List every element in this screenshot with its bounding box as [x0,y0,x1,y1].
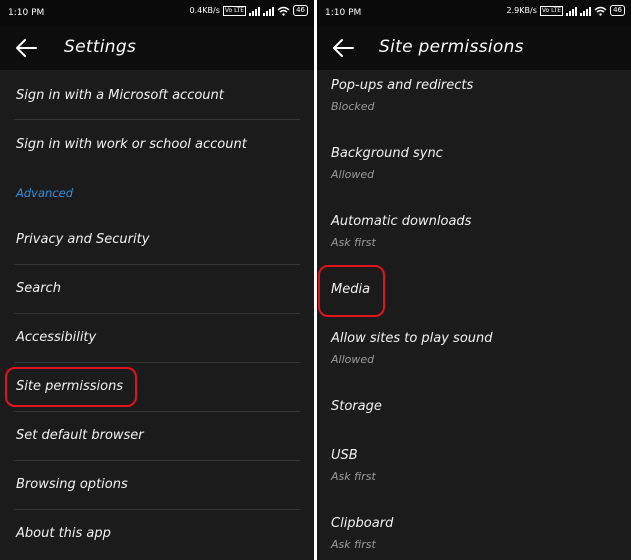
highlight-annotation [318,265,385,317]
highlight-annotation [5,367,137,407]
list-item-status: Ask first [331,470,376,483]
list-item-label: USB [331,448,358,463]
volte-badge: Vo LTE [539,5,564,16]
list-item-label: Allow sites to play sound [331,331,493,346]
status-bar: 1:10 PM 0.4KB/s Vo LTE 46 [0,0,314,26]
list-item-play-sound[interactable]: Allow sites to play sound Allowed [317,323,631,385]
list-item-label: Pop-ups and redirects [331,78,474,93]
section-header-advanced: Advanced [16,186,74,200]
list-item-status: Ask first [331,236,376,249]
battery-icon: 46 [293,5,308,16]
list-item-about[interactable]: About this app [0,509,314,558]
signal-icon [249,6,261,16]
list-item-microsoft-account[interactable]: Sign in with a Microsoft account [0,70,314,119]
site-permissions-screen: 1:10 PM 2.9KB/s Vo LTE 46 Site permissio… [317,0,631,560]
list-item-status: Allowed [331,168,375,181]
list-item-label: Clipboard [331,516,394,531]
list-item-storage[interactable]: Storage [317,391,631,439]
list-item-label: Sign in with a Microsoft account [16,88,224,103]
list-item-label: Browsing options [16,477,128,492]
signal-icon [263,6,275,16]
list-item-background-sync[interactable]: Background sync Allowed [317,138,631,200]
list-item-label: Background sync [331,146,443,161]
list-item-popups[interactable]: Pop-ups and redirects Blocked [317,70,631,132]
signal-icon [580,6,592,16]
list-item-work-account[interactable]: Sign in with work or school account [0,119,314,168]
arrow-left-icon[interactable] [12,36,40,60]
wifi-icon [594,6,607,16]
list-item-automatic-downloads[interactable]: Automatic downloads Ask first [317,206,631,268]
battery-icon: 46 [610,5,625,16]
list-item-accessibility[interactable]: Accessibility [0,313,314,362]
network-speed: 2.9KB/s [506,6,537,15]
list-item-label: Search [16,281,61,296]
arrow-left-icon[interactable] [329,36,357,60]
list-item-label: Sign in with work or school account [16,137,247,152]
status-time: 1:10 PM [8,8,45,18]
wifi-icon [277,6,290,16]
list-item-default-browser[interactable]: Set default browser [0,411,314,460]
status-bar: 1:10 PM 2.9KB/s Vo LTE 46 [317,0,631,26]
volte-badge: Vo LTE [222,5,247,16]
list-item-clipboard[interactable]: Clipboard Ask first [317,508,631,560]
list-item-label: Privacy and Security [16,232,150,247]
list-item-label: Storage [331,399,382,414]
list-item-usb[interactable]: USB Ask first [317,440,631,502]
page-title: Site permissions [379,37,524,57]
list-item-status: Allowed [331,353,375,366]
signal-icon [566,6,578,16]
list-item-status: Blocked [331,100,375,113]
list-item-label: Automatic downloads [331,214,472,229]
status-time: 1:10 PM [325,8,362,18]
list-item-status: Ask first [331,538,376,551]
list-item-label: Accessibility [16,330,97,345]
settings-screen: 1:10 PM 0.4KB/s Vo LTE 46 Settings Sign … [0,0,314,560]
list-item-label: About this app [16,526,111,541]
page-title: Settings [64,37,137,57]
network-speed: 0.4KB/s [189,6,220,15]
list-item-privacy[interactable]: Privacy and Security [0,216,314,264]
list-item-search[interactable]: Search [0,264,314,313]
app-bar: Site permissions [317,26,631,70]
list-item-browsing-options[interactable]: Browsing options [0,460,314,509]
app-bar: Settings [0,26,314,70]
list-item-label: Set default browser [16,428,144,443]
